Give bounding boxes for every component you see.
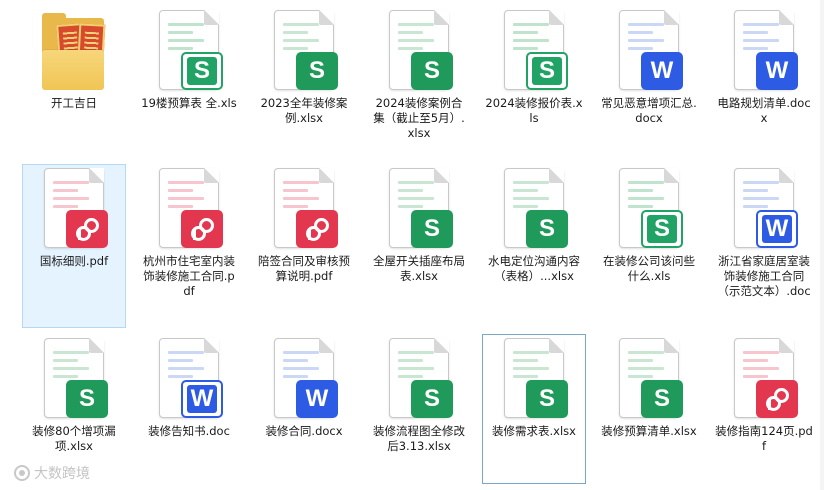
file-type-badge (181, 210, 223, 248)
file-item[interactable]: S 水电定位沟通内容（表格）...xlsx (482, 164, 586, 328)
spreadsheet-icon: S (498, 338, 570, 422)
file-name-label: 2023全年装修案例.xlsx (260, 96, 348, 125)
file-item[interactable]: S 2024装修报价表.xls (482, 6, 586, 156)
file-item[interactable]: 开工吉日 (22, 6, 126, 156)
file-item[interactable]: S 19楼预算表 全.xls (137, 6, 241, 156)
file-name-label: 装修流程图全修改后3.13.xlsx (373, 424, 465, 453)
watermark-text: 大数跨境 (34, 466, 90, 482)
file-type-badge: W (756, 210, 798, 248)
file-name-label: 全屋开关插座布局表.xlsx (373, 254, 465, 283)
file-name-label: 国标细则.pdf (39, 254, 109, 268)
vertical-scrollbar[interactable] (820, 0, 824, 490)
file-type-badge: S (641, 380, 683, 418)
spreadsheet-icon: S (268, 10, 340, 94)
file-name-label: 2024装修报价表.xls (485, 96, 583, 125)
spreadsheet-icon: S (498, 168, 570, 252)
file-name-label: 开工吉日 (51, 96, 97, 110)
file-item[interactable]: S 装修需求表.xlsx (482, 334, 586, 484)
spreadsheet-icon: S (498, 10, 570, 94)
file-name-label: 2024装修案例合集（截止至5月）.xlsx (373, 96, 465, 140)
file-type-badge: W (756, 52, 798, 90)
file-item[interactable]: S 在装修公司该问些什么.xls (597, 164, 701, 328)
word-document-icon: W (613, 10, 685, 94)
spreadsheet-icon: S (383, 338, 455, 422)
file-type-badge: S (411, 380, 453, 418)
file-name-label: 装修指南124页.pdf (715, 424, 813, 453)
file-name-label: 杭州市住宅室内装饰装修施工合同.pdf (143, 254, 235, 298)
file-grid: 开工吉日 S 19楼预算表 全.xls S 2023全年装修案例.xlsx S 2024装修… (0, 0, 824, 490)
file-type-badge: S (526, 380, 568, 418)
file-item[interactable]: W 浙江省家庭居室装饰装修施工合同（示范文本）.doc (712, 164, 816, 328)
file-type-badge: S (526, 52, 568, 90)
file-name-label: 水电定位沟通内容（表格）...xlsx (488, 254, 580, 283)
file-type-badge (66, 210, 108, 248)
file-type-badge: S (181, 52, 223, 90)
pdf-document-icon (268, 168, 340, 252)
file-name-label: 浙江省家庭居室装饰装修施工合同（示范文本）.doc (717, 254, 811, 298)
file-item[interactable]: 陪签合同及审核预算说明.pdf (252, 164, 356, 328)
spreadsheet-icon: S (153, 10, 225, 94)
spreadsheet-icon: S (613, 338, 685, 422)
file-name-label: 常见恶意增项汇总.docx (601, 96, 697, 125)
pdf-document-icon (153, 168, 225, 252)
watermark: 大数跨境 (14, 463, 90, 483)
word-document-icon: W (268, 338, 340, 422)
file-type-badge (756, 380, 798, 418)
pdf-document-icon (728, 338, 800, 422)
word-document-icon: W (153, 338, 225, 422)
file-type-badge (296, 210, 338, 248)
file-type-badge: S (641, 210, 683, 248)
word-document-icon: W (728, 10, 800, 94)
file-type-badge: W (641, 52, 683, 90)
file-item[interactable]: S 装修流程图全修改后3.13.xlsx (367, 334, 471, 484)
file-item[interactable]: S 装修80个增项漏项.xlsx (22, 334, 126, 484)
pdf-document-icon (38, 168, 110, 252)
file-name-label: 19楼预算表 全.xls (141, 96, 237, 110)
file-name-label: 装修合同.docx (265, 424, 343, 438)
file-item[interactable]: W 常见恶意增项汇总.docx (597, 6, 701, 156)
file-item[interactable]: S 2023全年装修案例.xlsx (252, 6, 356, 156)
file-item[interactable]: S 装修预算清单.xlsx (597, 334, 701, 484)
file-item[interactable]: W 装修告知书.doc (137, 334, 241, 484)
file-item[interactable]: S 全屋开关插座布局表.xlsx (367, 164, 471, 328)
file-item[interactable]: W 装修合同.docx (252, 334, 356, 484)
watermark-logo-icon (14, 465, 30, 481)
spreadsheet-icon: S (383, 10, 455, 94)
file-name-label: 装修需求表.xlsx (492, 424, 576, 438)
file-type-badge: S (526, 210, 568, 248)
file-item[interactable]: 杭州市住宅室内装饰装修施工合同.pdf (137, 164, 241, 328)
file-name-label: 在装修公司该问些什么.xls (603, 254, 695, 283)
spreadsheet-icon: S (38, 338, 110, 422)
file-item[interactable]: S 2024装修案例合集（截止至5月）.xlsx (367, 6, 471, 156)
file-type-badge: S (411, 210, 453, 248)
spreadsheet-icon: S (383, 168, 455, 252)
file-name-label: 陪签合同及审核预算说明.pdf (258, 254, 350, 283)
word-document-icon: W (728, 168, 800, 252)
file-type-badge: S (66, 380, 108, 418)
file-name-label: 装修告知书.doc (148, 424, 230, 438)
file-name-label: 装修80个增项漏项.xlsx (32, 424, 116, 453)
spreadsheet-icon: S (613, 168, 685, 252)
file-item[interactable]: 装修指南124页.pdf (712, 334, 816, 484)
file-name-label: 电路规划清单.docx (717, 96, 811, 125)
file-type-badge: W (296, 380, 338, 418)
file-item[interactable]: 国标细则.pdf (22, 164, 126, 328)
file-item[interactable]: W 电路规划清单.docx (712, 6, 816, 156)
file-type-badge: S (296, 52, 338, 90)
file-name-label: 装修预算清单.xlsx (601, 424, 697, 438)
file-type-badge: W (181, 380, 223, 418)
file-type-badge: S (411, 52, 453, 90)
folder-icon (38, 10, 110, 94)
